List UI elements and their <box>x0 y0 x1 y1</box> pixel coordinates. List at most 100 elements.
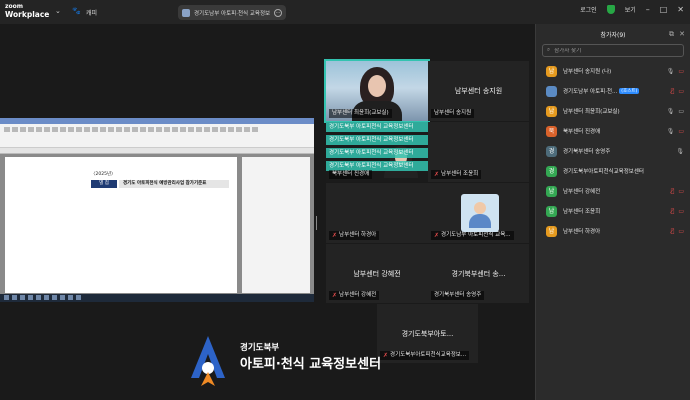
zoom-logo: zoom Workplace <box>5 3 49 19</box>
tile-name-label: 경기북부센터 송영주 <box>431 291 485 300</box>
video-tile-2[interactable]: 남부센터 송지원 남부센터 송지원 <box>428 61 529 121</box>
participant-avatar <box>546 85 557 97</box>
ribbon-toolbar <box>0 124 314 148</box>
caption-overlay: 경기도북부 아토피천식 교육정보센터 경기도북부 아토피천식 교육정보센터 경기… <box>326 122 428 174</box>
splitter-handle[interactable] <box>313 216 317 230</box>
participant-row[interactable]: 경 경기도북부아토피천식교육정보센터 <box>536 161 690 181</box>
mic-off-icon: ✗ <box>383 352 389 359</box>
participant-avatar: 경 <box>546 165 557 177</box>
tile-center-name: 경기도북부아토... <box>401 329 454 338</box>
meeting-icon <box>182 8 190 17</box>
video-tile-5[interactable]: ✗ 남부센터 하경아 <box>326 183 428 243</box>
doc-year: 〈2025년〉 <box>91 172 116 177</box>
participant-row[interactable]: 남 남부센터 조윤희 🎙̸ ▭ <box>536 201 690 221</box>
tile-name-label: 북부센터 진경애 <box>329 170 373 179</box>
shield-icon[interactable] <box>606 5 615 14</box>
more-icon[interactable]: … <box>274 8 282 17</box>
camera-off-icon[interactable]: ▭ <box>678 188 684 195</box>
participant-row[interactable]: 남 남부센터 강혜전 🎙̸ ▭ <box>536 181 690 201</box>
participant-row[interactable]: 경기도남부 아토피·천... (호스트) 🎙̸ ▭ <box>536 81 690 101</box>
mic-icon[interactable]: 🎙 <box>667 128 675 135</box>
participant-row[interactable]: 북 북부센터 진경애 🎙 ▭ <box>536 121 690 141</box>
participant-status-icons: 🎙 <box>676 148 684 155</box>
participant-avatar: 북 <box>546 125 557 137</box>
participant-avatar: 남 <box>546 65 557 77</box>
participant-row[interactable]: 남 남부센터 하경아 🎙̸ ▭ <box>536 221 690 241</box>
mic-off-icon[interactable]: 🎙̸ <box>671 188 675 195</box>
tile-name-label: ✗ 남부센터 강혜전 <box>329 291 380 300</box>
participant-row[interactable]: 남 남부센터 송지원 (나) 🎙 ▭ <box>536 61 690 81</box>
title-bar-right: 로그인 보기 – □ ✕ <box>580 5 684 14</box>
participant-name: 경기도북부아토피천식교육정보센터 <box>563 169 644 175</box>
panel-title: 참가자(9) <box>600 31 626 39</box>
login-button[interactable]: 로그인 <box>580 5 597 14</box>
camera-off-icon[interactable]: ▭ <box>678 88 684 95</box>
tile-center-name: 남부센터 강혜전 <box>353 269 401 278</box>
video-tile-9[interactable]: 경기도북부아토... ✗ 경기도북부아토피천식교육정보... <box>377 304 478 363</box>
mic-off-icon: ✗ <box>332 232 338 239</box>
meeting-info-button[interactable]: 경기도남부 아토피·천식 교육정보 … <box>178 5 286 20</box>
participant-row[interactable]: 경 경기북부센터 송영주 🎙 <box>536 141 690 161</box>
participant-name: 경기북부센터 송영주 <box>563 149 611 155</box>
doc-title: 경기도 아토피천식 예방관리사업 참가기준표 <box>119 180 229 188</box>
mic-off-icon: ✗ <box>434 171 440 178</box>
tile-name-label: ✗ 경기도남부 아토피천식 교육... <box>431 231 514 240</box>
participant-row[interactable]: 남 남부센터 최윤희(교보실) 🎙 ▭ <box>536 101 690 121</box>
meeting-title: 경기도남부 아토피·천식 교육정보 <box>194 10 271 17</box>
video-tile-3[interactable]: 경기도북부 아토피천식 교육정보센터 경기도북부 아토피천식 교육정보센터 경기… <box>326 122 428 182</box>
participant-avatar: 남 <box>546 205 557 217</box>
mic-off-icon: ✗ <box>434 232 440 239</box>
video-tile-4[interactable]: ✗ 남부센터 조윤희 <box>428 122 529 182</box>
shared-screen[interactable]: 〈2025년〉 별 첨 경기도 아토피천식 예방관리사업 참가기준표 <box>0 118 314 302</box>
app-label[interactable]: 캐피 <box>86 8 97 17</box>
document-page: 〈2025년〉 별 첨 경기도 아토피천식 예방관리사업 참가기준표 <box>5 157 237 293</box>
brand-title: 아토피·천식 교육정보센터 <box>240 357 382 372</box>
tile-center-name: 경기북부센터 송... <box>451 269 506 278</box>
document-area: 〈2025년〉 별 첨 경기도 아토피천식 예방관리사업 참가기준표 <box>0 154 314 294</box>
participant-avatar: 남 <box>546 105 557 117</box>
search-icon: ⌕ <box>547 47 551 53</box>
participant-search[interactable]: ⌕ <box>542 44 684 57</box>
video-tile-7[interactable]: 남부센터 강혜전 ✗ 남부센터 강혜전 <box>326 244 428 303</box>
participant-name: 남부센터 조윤희 <box>563 209 601 215</box>
mic-icon[interactable]: 🎙 <box>667 108 675 115</box>
document-side-pane <box>242 157 310 293</box>
camera-icon[interactable]: ▭ <box>678 108 684 115</box>
participant-status-icons: 🎙̸ ▭ <box>671 88 684 95</box>
camera-off-icon[interactable]: ▭ <box>678 68 684 75</box>
close-icon[interactable]: ✕ <box>677 5 684 14</box>
video-tile-1[interactable]: 남부센터 최윤희(교보실) <box>324 59 430 123</box>
participant-status-icons: 🎙̸ ▭ <box>671 188 684 195</box>
tile-name-label: ✗ 경기도북부아토피천식교육정보... <box>380 351 470 360</box>
pop-out-icon[interactable]: ⧉ <box>669 30 674 39</box>
camera-off-icon[interactable]: ▭ <box>678 128 684 135</box>
participant-status-icons: 🎙̸ ▭ <box>671 228 684 235</box>
mic-icon[interactable]: 🎙 <box>676 148 684 155</box>
video-tile-8[interactable]: 경기북부센터 송... 경기북부센터 송영주 <box>428 244 529 303</box>
mic-icon[interactable]: 🎙 <box>667 68 675 75</box>
panel-header: 참가자(9) ⧉ ✕ <box>536 24 690 44</box>
paw-icon[interactable]: 🐾 <box>72 7 81 15</box>
camera-off-icon[interactable]: ▭ <box>678 208 684 215</box>
maximize-icon[interactable]: □ <box>660 5 668 14</box>
participant-avatar: 경 <box>546 145 557 157</box>
participant-status-icons: 🎙 ▭ <box>667 108 684 115</box>
mic-off-icon[interactable]: 🎙̸ <box>671 88 675 95</box>
tile-name-label: ✗ 남부센터 하경아 <box>329 231 380 240</box>
tile-name-label: ✗ 남부센터 조윤희 <box>431 170 482 179</box>
minimize-icon[interactable]: – <box>646 5 650 14</box>
tile-name-label: 남부센터 송지원 <box>431 109 475 118</box>
close-panel-icon[interactable]: ✕ <box>679 30 685 38</box>
tile-center-name: 남부센터 송지원 <box>454 87 503 95</box>
mic-off-icon[interactable]: 🎙̸ <box>671 228 675 235</box>
mic-off-icon[interactable]: 🎙̸ <box>671 208 675 215</box>
doc-tag: 별 첨 <box>91 180 117 188</box>
search-input[interactable] <box>554 47 675 54</box>
chevron-down-icon[interactable]: ⌄ <box>55 7 61 15</box>
view-button[interactable]: 보기 <box>625 5 636 14</box>
participant-name: 남부센터 최윤희(교보실) <box>563 109 620 115</box>
participant-name: 북부센터 진경애 <box>563 129 601 135</box>
camera-off-icon[interactable]: ▭ <box>678 228 684 235</box>
participant-name: 경기도남부 아토피·천... <box>563 89 618 95</box>
participant-avatar: 남 <box>546 185 557 197</box>
